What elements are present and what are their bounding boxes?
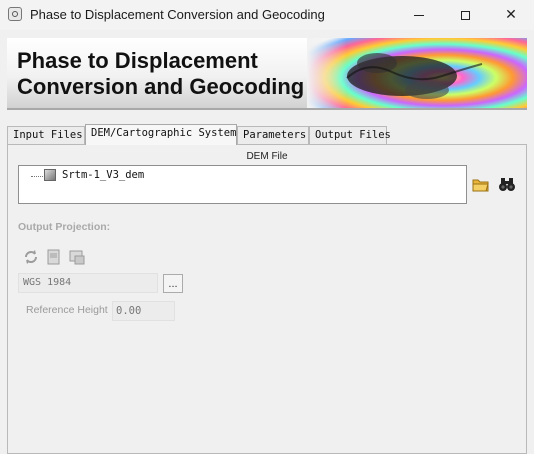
tab-label: DEM/Cartographic System xyxy=(91,127,237,139)
banner-title: Phase to Displacement Conversion and Geo… xyxy=(17,48,305,99)
title-bar: Phase to Displacement Conversion and Geo… xyxy=(0,0,534,30)
import-projection-icon[interactable] xyxy=(46,249,62,265)
interferogram-image xyxy=(307,38,527,108)
tab-parameters[interactable]: Parameters xyxy=(237,126,309,144)
dem-file-tree[interactable]: Srtm-1_V3_dem xyxy=(18,165,467,204)
open-folder-icon[interactable] xyxy=(472,175,490,193)
dem-cartographic-panel: DEM File Srtm-1_V3_dem Output Projection… xyxy=(7,144,527,454)
dem-file-item[interactable]: Srtm-1_V3_dem xyxy=(62,169,144,181)
minimize-icon xyxy=(414,14,424,16)
tab-label: Output Files xyxy=(315,129,391,141)
reference-height-label: Reference Height xyxy=(26,304,108,316)
projection-field[interactable]: WGS 1984 xyxy=(18,273,158,293)
maximize-icon xyxy=(460,10,470,20)
tab-output-files[interactable]: Output Files xyxy=(309,126,391,144)
tab-label: Input Files xyxy=(13,129,83,141)
window-title: Phase to Displacement Conversion and Geo… xyxy=(30,7,325,22)
reference-height-field[interactable]: 0.00 xyxy=(112,301,175,321)
header-banner: Phase to Displacement Conversion and Geo… xyxy=(7,38,527,110)
minimize-button[interactable] xyxy=(396,0,442,30)
tab-input-files[interactable]: Input Files xyxy=(7,126,85,144)
binoculars-icon[interactable] xyxy=(498,175,516,193)
refresh-icon[interactable] xyxy=(23,249,39,265)
close-icon: ✕ xyxy=(505,7,517,23)
export-projection-icon[interactable] xyxy=(69,249,85,265)
tab-dem-cartographic-system[interactable]: DEM/Cartographic System xyxy=(85,124,237,145)
file-icon xyxy=(44,169,56,181)
output-projection-label: Output Projection: xyxy=(18,221,111,233)
app-icon xyxy=(8,7,22,21)
browse-projection-button[interactable]: ... xyxy=(163,274,183,293)
tree-connector xyxy=(31,176,45,177)
maximize-button[interactable] xyxy=(442,0,488,30)
close-button[interactable]: ✕ xyxy=(488,0,534,30)
dem-file-label: DEM File xyxy=(246,151,288,162)
tab-label: Parameters xyxy=(243,129,307,141)
